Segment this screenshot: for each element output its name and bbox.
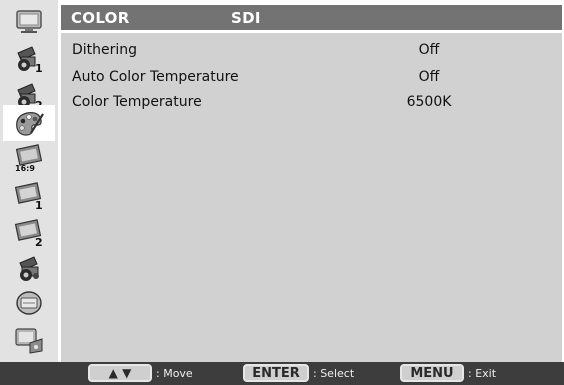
move-key: ▲ ▼	[88, 364, 152, 382]
setting-row-color-temperature[interactable]: Color Temperature 6500K	[61, 90, 562, 115]
picture-icon: 1	[14, 182, 43, 210]
display-mode-icon	[16, 291, 42, 315]
aspect-ratio-icon: 16:9	[15, 144, 43, 173]
setting-label: Dithering	[72, 42, 138, 58]
key-hint-bar: ▲ ▼ : Move ENTER : Select MENU : Exit	[0, 362, 564, 385]
setting-label: Color Temperature	[72, 94, 202, 110]
exit-hint: : Exit	[468, 367, 497, 380]
sidebar-item-display-mode[interactable]	[3, 285, 55, 321]
sidebar-item-camera-film[interactable]	[3, 250, 55, 286]
enter-key: ENTER	[243, 364, 309, 382]
svg-text:16:9: 16:9	[15, 164, 35, 173]
settings-panel: Dithering Off Auto Color Temperature Off…	[61, 33, 562, 362]
move-hint: : Move	[156, 367, 193, 380]
svg-text:1: 1	[35, 62, 43, 73]
input-source-label: SDI	[231, 9, 261, 27]
svg-text:1: 1	[35, 199, 43, 210]
osd-menu: 1 2	[0, 0, 564, 385]
menu-header: COLOR SDI	[61, 5, 562, 30]
camera-settings-icon: 1	[17, 46, 43, 73]
setting-value: Off	[418, 42, 440, 58]
sidebar-item-picture-2[interactable]: 2	[3, 214, 55, 250]
sidebar-item-picture-1[interactable]: 1	[3, 177, 55, 213]
system-icon	[15, 328, 43, 354]
sidebar-item-aspect-ratio[interactable]: 16:9	[3, 140, 55, 176]
svg-text:2: 2	[35, 236, 43, 247]
film-camera-icon	[19, 256, 39, 281]
monitor-icon	[16, 10, 42, 33]
setting-value: 6500K	[406, 94, 452, 110]
picture-icon: 2	[14, 219, 43, 247]
setting-label: Auto Color Temperature	[72, 69, 239, 85]
setting-row-auto-color-temperature[interactable]: Auto Color Temperature Off	[61, 65, 562, 90]
menu-key: MENU	[400, 364, 464, 382]
select-hint: : Select	[313, 367, 355, 380]
setting-row-dithering[interactable]: Dithering Off	[61, 38, 562, 63]
setting-value: Off	[418, 69, 440, 85]
page-title: COLOR	[71, 9, 130, 27]
sidebar-item-color[interactable]	[3, 105, 55, 141]
color-palette-icon	[16, 112, 44, 136]
menu-sidebar: 1 2	[0, 0, 58, 362]
sidebar-item-monitor[interactable]	[3, 3, 55, 39]
sidebar-item-system[interactable]	[3, 322, 55, 358]
sidebar-item-camera-1[interactable]: 1	[3, 40, 55, 76]
